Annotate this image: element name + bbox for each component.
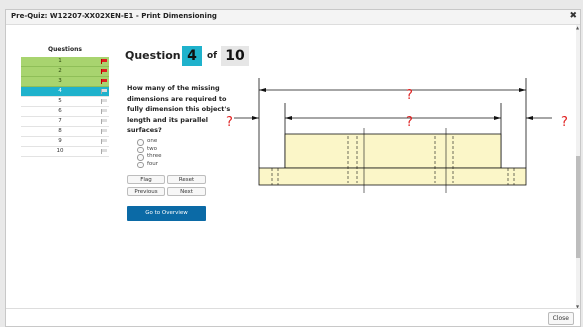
current-question-number: 4	[182, 46, 202, 66]
dialog-footer: Close	[6, 308, 580, 326]
missing-dimension-marker: ?	[226, 115, 233, 130]
question-number: 10	[56, 148, 64, 154]
radio-button[interactable]	[137, 139, 144, 146]
radio-button[interactable]	[137, 154, 144, 161]
question-list-item[interactable]: 5	[21, 97, 109, 107]
question-text: How many of the missing dimensions are r…	[127, 84, 231, 134]
scroll-up-icon[interactable]: ▲	[576, 25, 579, 30]
question-number: 1	[58, 58, 62, 64]
question-list-item[interactable]: 8	[21, 127, 109, 137]
question-number: 8	[58, 128, 62, 134]
flag-icon[interactable]	[101, 89, 107, 94]
flag-icon[interactable]	[101, 149, 107, 154]
missing-dimension-marker: ?	[406, 88, 413, 103]
question-number: 4	[58, 88, 62, 94]
close-button[interactable]: Close	[547, 312, 574, 325]
radio-button[interactable]	[137, 146, 144, 153]
answer-option-label[interactable]: four	[147, 161, 158, 169]
question-number: 9	[58, 138, 62, 144]
question-number: 2	[58, 68, 62, 74]
question-list-item[interactable]: 4	[21, 87, 109, 97]
radio-button[interactable]	[137, 161, 144, 168]
flag-icon[interactable]	[101, 109, 107, 114]
flag-icon[interactable]	[101, 69, 107, 74]
question-list-item[interactable]: 7	[21, 117, 109, 127]
flag-icon[interactable]	[101, 99, 107, 104]
total-question-count: 10	[221, 46, 249, 66]
missing-dimension-marker: ?	[406, 115, 413, 130]
next-button[interactable]: Next	[167, 187, 206, 196]
answer-option-label[interactable]: two	[147, 146, 157, 154]
answer-option-label[interactable]: three	[147, 153, 162, 161]
question-number: 6	[58, 108, 62, 114]
flag-icon[interactable]	[101, 139, 107, 144]
dimension-drawing: ? ? ? ?	[226, 78, 568, 193]
answer-option-label[interactable]: one	[147, 138, 157, 146]
question-list-item[interactable]: 9	[21, 137, 109, 147]
question-number: 5	[58, 98, 62, 104]
question-number: 7	[58, 118, 62, 124]
reset-button[interactable]: Reset	[167, 175, 206, 184]
question-label: Question	[125, 49, 181, 62]
previous-button[interactable]: Previous	[127, 187, 165, 196]
of-label: of	[207, 51, 218, 61]
question-list-header: Questions	[48, 46, 82, 53]
window-title: Pre-Quiz: W12207-XX02XEN-E1 - Print Dime…	[11, 12, 217, 20]
close-icon[interactable]: ✖	[569, 11, 577, 21]
question-list-item[interactable]: 6	[21, 107, 109, 117]
go-to-overview-button[interactable]: Go to Overview	[127, 206, 206, 221]
question-list-item[interactable]: 10	[21, 147, 109, 157]
question-list-item[interactable]: 2	[21, 67, 109, 77]
title-bar: Pre-Quiz: W12207-XX02XEN-E1 - Print Dime…	[6, 10, 580, 25]
scrollbar-thumb[interactable]	[576, 155, 580, 258]
missing-dimension-marker: ?	[561, 115, 568, 130]
question-list-item[interactable]: 3	[21, 77, 109, 87]
flag-icon[interactable]	[101, 119, 107, 124]
question-list: Questions 1 2 3 4 5 6 7 8 9 10	[21, 43, 109, 157]
quiz-dialog: Pre-Quiz: W12207-XX02XEN-E1 - Print Dime…	[5, 9, 581, 327]
flag-icon[interactable]	[101, 129, 107, 134]
question-list-item[interactable]: 1	[21, 57, 109, 67]
flag-button[interactable]: Flag	[127, 175, 165, 184]
vertical-scrollbar[interactable]: ▲ ▼	[576, 25, 580, 309]
question-number: 3	[58, 78, 62, 84]
flag-icon[interactable]	[101, 59, 107, 64]
flag-icon[interactable]	[101, 79, 107, 84]
